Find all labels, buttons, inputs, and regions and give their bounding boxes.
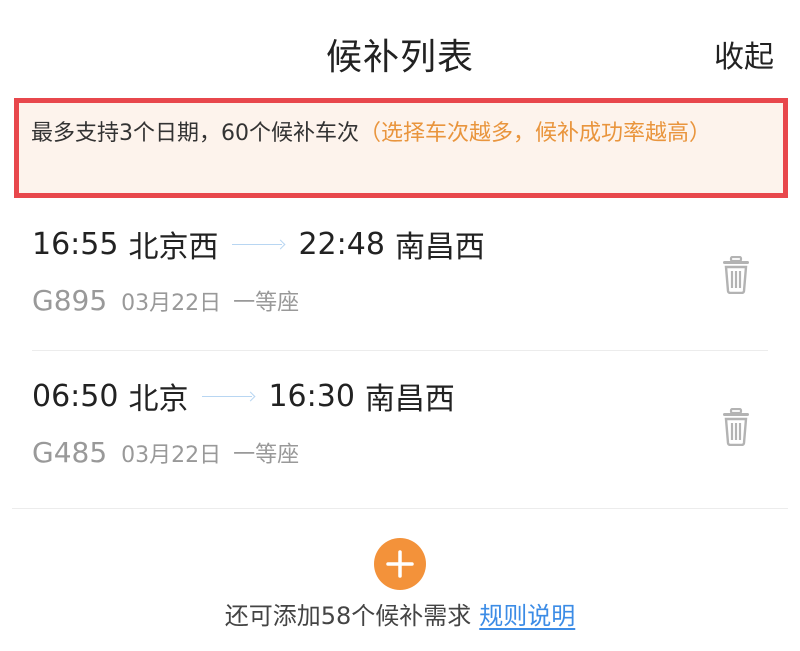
footer: 还可添加58个候补需求 规则说明 bbox=[0, 596, 800, 631]
train-number: G485 bbox=[32, 436, 108, 469]
trip-date: 03月22日 bbox=[121, 442, 222, 468]
trip-meta: G895 03月22日 一等座 bbox=[32, 284, 299, 317]
depart-time: 16:55 bbox=[32, 226, 119, 262]
arrive-time: 16:30 bbox=[268, 378, 355, 414]
notice-text: 最多支持3个日期，60个候补车次（选择车次越多，候补成功率越高） bbox=[19, 103, 783, 150]
trip-route: 06:50 北京 16:30 南昌西 bbox=[32, 374, 455, 418]
trip-meta: G485 03月22日 一等座 bbox=[32, 436, 299, 469]
rules-link[interactable]: 规则说明 bbox=[479, 602, 575, 630]
plus-icon bbox=[386, 550, 414, 578]
header-bar: 候补列表 收起 bbox=[0, 0, 800, 98]
depart-station: 北京 bbox=[128, 382, 189, 417]
notice-main-text: 最多支持3个日期，60个候补车次 bbox=[31, 121, 359, 146]
trip-route: 16:55 北京西 22:48 南昌西 bbox=[32, 222, 485, 266]
divider bbox=[12, 508, 788, 509]
trip-item: 16:55 北京西 22:48 南昌西 G895 03月22日 一等座 bbox=[0, 200, 800, 350]
seat-class: 一等座 bbox=[233, 290, 300, 316]
add-trip-button[interactable] bbox=[374, 538, 426, 590]
page-title: 候补列表 bbox=[325, 37, 474, 78]
trash-icon[interactable] bbox=[722, 255, 750, 295]
trip-date: 03月22日 bbox=[121, 290, 222, 316]
train-number: G895 bbox=[32, 284, 108, 317]
arrow-right-icon bbox=[202, 391, 254, 401]
trip-item: 06:50 北京 16:30 南昌西 G485 03月22日 一等座 bbox=[0, 352, 800, 502]
arrive-time: 22:48 bbox=[298, 226, 385, 262]
arrive-station: 南昌西 bbox=[364, 382, 455, 417]
arrive-station: 南昌西 bbox=[394, 230, 485, 265]
seat-class: 一等座 bbox=[233, 442, 300, 468]
collapse-button[interactable]: 收起 bbox=[714, 32, 774, 76]
notice-hint-text: （选择车次越多，候补成功率越高） bbox=[359, 121, 712, 146]
depart-time: 06:50 bbox=[32, 378, 119, 414]
divider bbox=[32, 350, 768, 351]
notice-banner: 最多支持3个日期，60个候补车次（选择车次越多，候补成功率越高） bbox=[14, 98, 788, 198]
trash-icon[interactable] bbox=[722, 407, 750, 447]
depart-station: 北京西 bbox=[128, 230, 219, 265]
remaining-count-text: 还可添加58个候补需求 bbox=[224, 602, 472, 630]
arrow-right-icon bbox=[232, 239, 284, 249]
